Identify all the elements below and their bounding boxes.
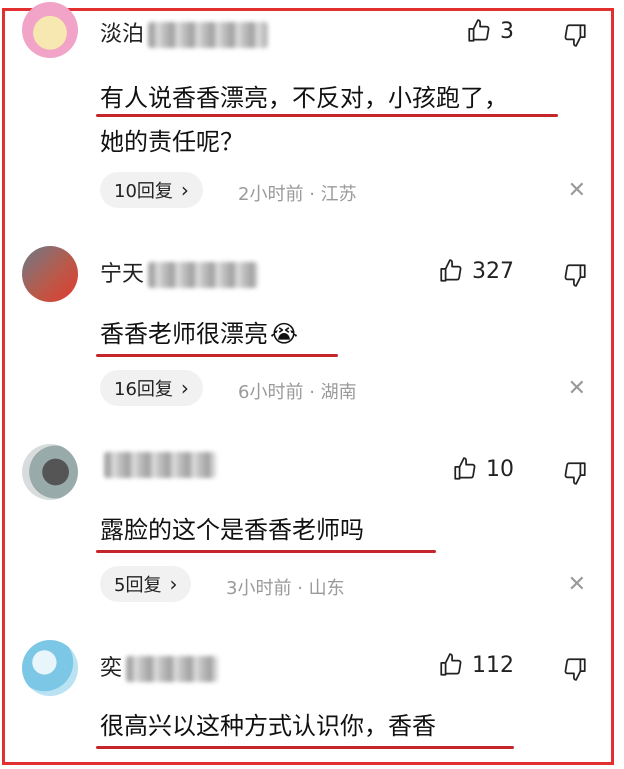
comment-text-line: 她的责任呢？	[100, 128, 244, 156]
replies-label: 16回复	[114, 379, 173, 400]
username[interactable]: 宁天	[100, 256, 259, 288]
comment-meta: 6小时前 · 湖南	[238, 378, 357, 404]
highlight-underline	[96, 354, 338, 357]
replies-button[interactable]: 10回复 ›	[100, 172, 203, 208]
replies-label: 10回复	[114, 181, 173, 202]
replies-button[interactable]: 5回复 ›	[100, 566, 192, 602]
avatar[interactable]	[22, 640, 78, 696]
location: 山东	[308, 578, 345, 599]
chevron-right-icon: ›	[180, 376, 189, 400]
like-count: 10	[486, 456, 514, 482]
username-text: 宁天	[100, 262, 145, 287]
crying-face-icon: 😭	[270, 320, 299, 348]
avatar[interactable]	[22, 2, 78, 58]
thumbs-down-icon[interactable]	[562, 656, 588, 682]
chevron-right-icon: ›	[180, 178, 189, 202]
location: 江苏	[320, 184, 357, 205]
timestamp: 3小时前	[226, 578, 292, 599]
username[interactable]: 淡泊	[100, 16, 269, 48]
like-button[interactable]: 112	[438, 652, 514, 678]
highlight-underline	[96, 746, 514, 749]
avatar[interactable]	[22, 246, 78, 302]
comment-text-line: 露脸的这个是香香老师吗	[100, 516, 364, 544]
chevron-right-icon: ›	[169, 572, 178, 596]
comment-text: 香香老师很漂亮😭	[100, 312, 298, 356]
comment-meta: 2小时前 · 江苏	[238, 180, 357, 206]
comment-text-line: 香香老师很漂亮	[100, 320, 268, 348]
thumbs-down-icon[interactable]	[562, 262, 588, 288]
blurred-username-part	[126, 656, 219, 682]
thumbs-up-icon	[440, 653, 462, 676]
separator-dot: ·	[309, 184, 315, 205]
close-icon[interactable]: ✕	[568, 572, 586, 597]
like-button[interactable]: 10	[452, 456, 514, 482]
close-icon[interactable]: ✕	[568, 178, 586, 203]
thumbs-down-icon[interactable]	[562, 460, 588, 486]
comment-text-line: 很高兴以这种方式认识你，香香	[100, 712, 436, 740]
blurred-username-part	[148, 262, 259, 288]
separator-dot: ·	[297, 578, 303, 599]
replies-button[interactable]: 16回复 ›	[100, 370, 203, 406]
thumbs-up-icon	[454, 457, 476, 480]
timestamp: 6小时前	[238, 382, 304, 403]
like-count: 112	[472, 652, 514, 678]
blurred-username-part	[148, 22, 269, 48]
thumbs-down-icon[interactable]	[562, 22, 588, 48]
avatar[interactable]	[22, 444, 78, 500]
location: 湖南	[320, 382, 357, 403]
timestamp: 2小时前	[238, 184, 304, 205]
close-icon[interactable]: ✕	[568, 376, 586, 401]
highlight-underline	[96, 114, 558, 117]
thumbs-up-icon	[440, 259, 462, 282]
replies-label: 5回复	[114, 575, 162, 596]
username-text: 奕	[100, 656, 123, 681]
like-count: 327	[472, 258, 514, 284]
separator-dot: ·	[309, 382, 315, 403]
like-count: 3	[500, 18, 514, 44]
username[interactable]	[100, 452, 216, 478]
thumbs-up-icon	[468, 19, 490, 42]
blurred-username-part	[104, 452, 216, 478]
like-button[interactable]: 3	[466, 18, 514, 44]
highlight-underline	[96, 550, 436, 553]
comment-text: 有人说香香漂亮，不反对，小孩跑了， 她的责任呢？	[100, 76, 508, 164]
username[interactable]: 奕	[100, 650, 219, 682]
username-text: 淡泊	[100, 22, 145, 47]
comment-text: 露脸的这个是香香老师吗	[100, 508, 364, 552]
comment-text: 很高兴以这种方式认识你，香香	[100, 704, 436, 748]
comment-meta: 3小时前 · 山东	[226, 574, 345, 600]
like-button[interactable]: 327	[438, 258, 514, 284]
